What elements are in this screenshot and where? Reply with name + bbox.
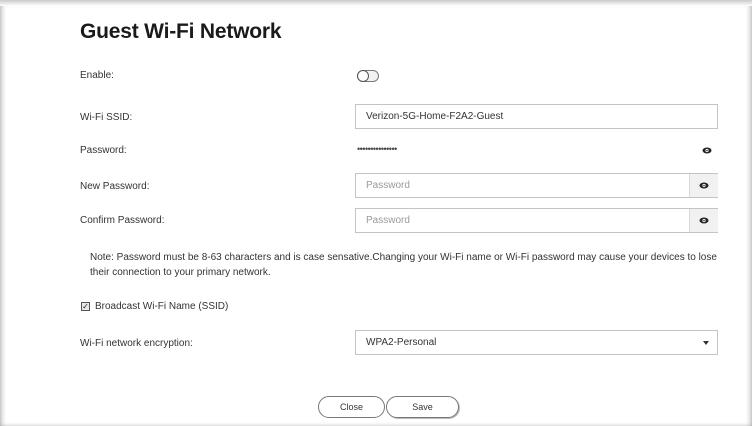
guest-wifi-panel: Guest Wi-Fi Network Enable: Wi-Fi SSID: … [0,0,752,426]
password-label: Password: [80,145,127,156]
ssid-input[interactable]: Verizon-5G-Home-F2A2-Guest [355,104,718,129]
broadcast-ssid-checkbox[interactable]: ✓ [81,302,90,311]
window-top-edge [0,0,752,6]
confirm-password-input[interactable]: Password [355,208,718,233]
encryption-selected-value: WPA2-Personal [366,337,437,348]
new-password-eye-icon[interactable] [689,174,718,197]
page-title: Guest Wi-Fi Network [80,20,282,43]
new-password-label: New Password: [80,181,150,192]
chevron-down-icon [703,341,709,345]
close-button[interactable]: Close [318,396,385,418]
password-note: Note: Password must be 8-63 characters a… [90,252,717,278]
ssid-label: Wi-Fi SSID: [80,112,133,123]
confirm-password-label: Confirm Password: [80,215,165,226]
new-password-input[interactable]: Password [355,173,718,198]
show-password-eye-icon[interactable] [700,144,714,156]
encryption-label: Wi-Fi network encryption: [80,338,193,349]
broadcast-ssid-label: Broadcast Wi-Fi Name (SSID) [95,301,229,312]
enable-toggle[interactable] [357,70,379,82]
confirm-password-eye-icon[interactable] [689,209,718,232]
save-button[interactable]: Save [386,396,459,418]
password-masked-value: ••••••••••••••• [357,144,397,154]
enable-label: Enable: [80,70,114,81]
toggle-knob [357,70,369,82]
encryption-select[interactable]: WPA2-Personal [355,330,718,355]
